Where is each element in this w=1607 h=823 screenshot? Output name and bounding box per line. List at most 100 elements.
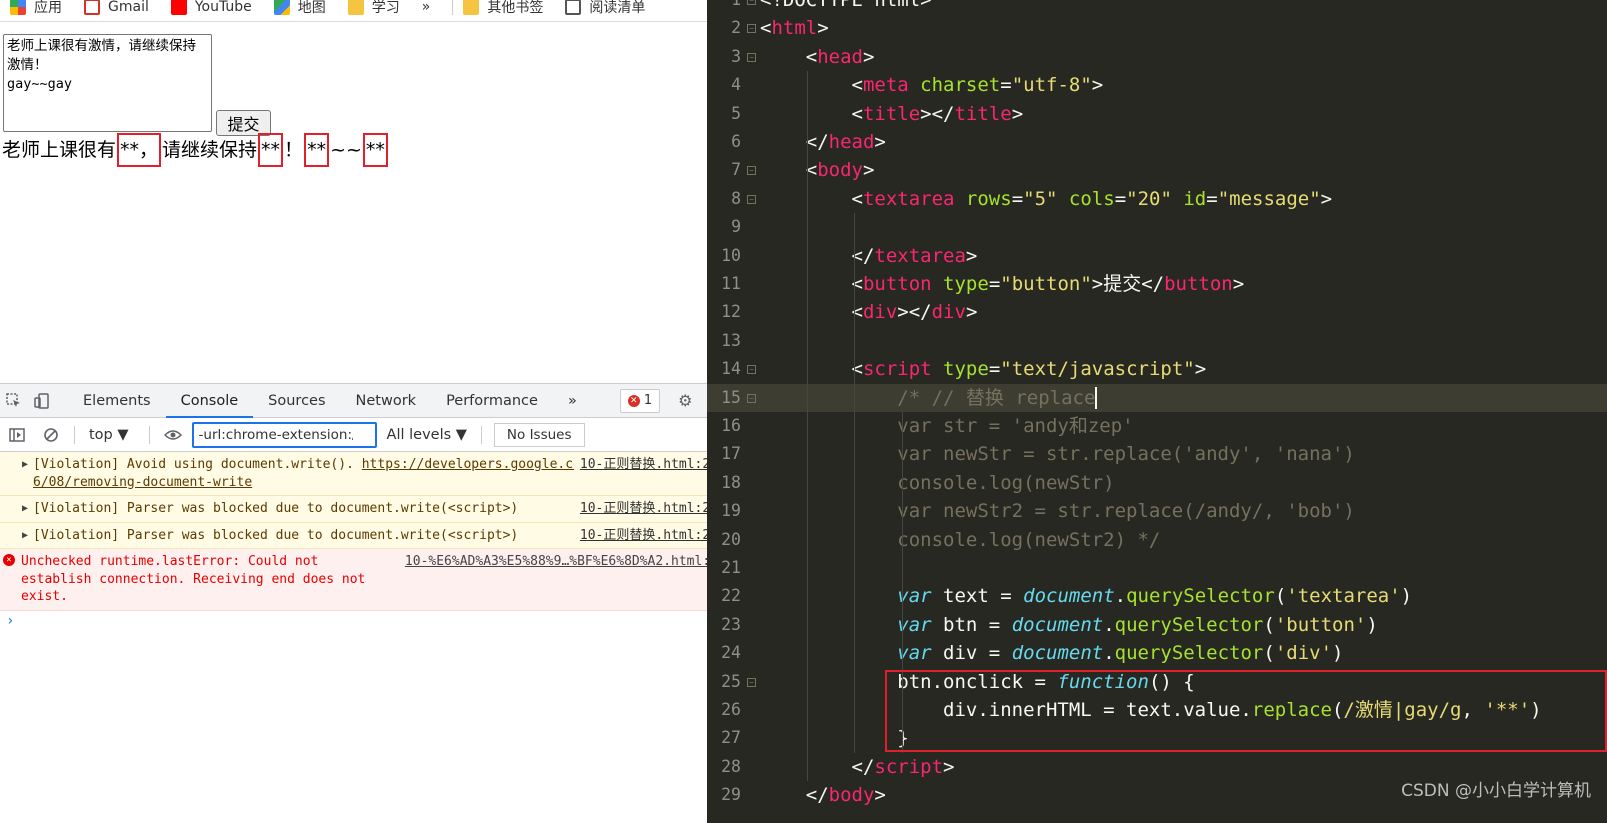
code-line[interactable]: 2− <html> [707, 14, 1607, 42]
clear-console-icon[interactable] [40, 424, 62, 446]
code-line[interactable]: 19 var newStr2 = str.replace(/andy/, 'bo… [707, 497, 1607, 525]
code-line[interactable]: 9 [707, 213, 1607, 241]
code-text: </body> [760, 781, 886, 809]
code-line[interactable]: 24 var div = document.querySelector('div… [707, 639, 1607, 667]
code-line[interactable]: 20 console.log(newStr2) */ [707, 526, 1607, 554]
console-message[interactable]: ▶ [Violation] Avoid using document.write… [0, 452, 725, 496]
code-token: body [828, 784, 875, 807]
code-line[interactable]: 13 [707, 327, 1607, 355]
error-count-badge[interactable]: ✕ 1 [619, 388, 661, 413]
fold-toggle-icon[interactable]: − [747, 194, 756, 204]
console-error-message[interactable]: ✕ Unchecked runtime.lastError: Could not… [0, 549, 725, 611]
code-line[interactable]: 16 var str = 'andy和zep' [707, 412, 1607, 440]
code-token: document [1011, 642, 1104, 665]
code-token: document [1011, 613, 1104, 636]
settings-gear-icon[interactable]: ⚙ [678, 390, 692, 412]
code-line[interactable]: 12 <div></div> [707, 298, 1607, 326]
tab-performance[interactable]: Performance [431, 384, 553, 418]
message-source-link[interactable]: 10-正则替换.html:29 [573, 500, 718, 518]
console-prompt[interactable]: › [0, 611, 725, 633]
code-editor[interactable]: 1−<!DOCTYPE html>2−<html>3− <head>4 <met… [707, 0, 1607, 823]
tab-elements[interactable]: Elements [68, 384, 166, 418]
line-number: 10 [721, 245, 741, 265]
log-levels-dropdown[interactable]: All levels ▼ [387, 427, 467, 443]
code-line[interactable]: 14− <script type="text/javascript"> [707, 355, 1607, 383]
code-token: = [988, 273, 1001, 295]
bookmark-item[interactable]: 学习 [347, 0, 400, 17]
devtools-panel: Elements Console Sources Network Perform… [0, 383, 725, 823]
console-message[interactable]: ▶ [Violation] Parser was blocked due to … [0, 496, 725, 523]
message-source-link[interactable]: 10-%E6%AD%A3%E5%88%9…%BF%E6%8D%A2.html:1 [398, 553, 718, 571]
code-token: ( [1263, 642, 1275, 665]
context-selector[interactable]: top ▼ [89, 427, 129, 443]
tab-sources[interactable]: Sources [253, 384, 340, 418]
bookmark-item[interactable]: 地图 [273, 0, 326, 17]
bookmark-item[interactable]: 应用 [10, 0, 62, 17]
code-text: <button type="button">提交</button> [760, 270, 1245, 298]
fold-toggle-icon[interactable]: − [747, 0, 756, 5]
device-toolbar-icon[interactable] [34, 390, 50, 412]
line-number: 23 [721, 614, 741, 634]
sidebar-toggle-icon[interactable] [6, 424, 28, 446]
code-text: console.log(newStr2) */ [760, 526, 1160, 554]
bookmark-item[interactable]: YouTube [170, 0, 252, 15]
more-tabs-button[interactable]: » [553, 384, 592, 418]
fold-toggle-icon[interactable]: − [747, 166, 756, 176]
code-token: = [1011, 187, 1024, 210]
issues-button[interactable]: No Issues [493, 422, 585, 447]
code-line[interactable]: 4 <meta charset="utf-8"> [707, 71, 1607, 99]
code-line[interactable]: 7− <body> [707, 156, 1607, 184]
code-token: script [874, 755, 944, 778]
bookmark-item[interactable]: 其他书签 [463, 0, 543, 17]
fold-toggle-icon[interactable]: − [747, 677, 756, 687]
console-filter-input[interactable] [191, 421, 377, 448]
gmail-icon [84, 0, 100, 15]
code-token: . [1114, 585, 1127, 608]
code-token: > [965, 301, 978, 324]
code-line[interactable]: 21 [707, 554, 1607, 582]
fold-toggle-icon[interactable]: − [747, 393, 756, 403]
expand-triangle-icon[interactable]: ▶ [22, 500, 28, 518]
bookmark-item[interactable]: Gmail [84, 0, 149, 15]
code-line[interactable]: 5 <title></title> [707, 100, 1607, 128]
fold-toggle-icon[interactable]: − [747, 52, 756, 62]
code-line[interactable]: 10 </textarea> [707, 242, 1607, 270]
code-line[interactable]: 8− <textarea rows="5" cols="20" id="mess… [707, 185, 1607, 213]
code-line[interactable]: 6 </head> [707, 128, 1607, 156]
message-textarea[interactable]: 老师上课很有激情，请继续保持激情！ gay~~gay [3, 34, 212, 132]
code-token: </ [760, 131, 829, 153]
code-token: head [828, 131, 875, 153]
message-source-link[interactable]: 10-正则替换.html:29 [573, 526, 718, 544]
console-message[interactable]: ▶ [Violation] Parser was blocked due to … [0, 522, 725, 549]
text-cursor [1095, 386, 1098, 409]
code-token: > [1011, 102, 1024, 125]
code-text: <textarea rows="5" cols="20" id="message… [760, 185, 1333, 213]
fold-toggle-icon[interactable]: − [747, 365, 756, 375]
code-line[interactable]: 1 −<!DOCTYPE html> [707, 0, 1607, 14]
code-line[interactable]: 18 console.log(newStr) [707, 469, 1607, 497]
tab-console[interactable]: Console [165, 384, 254, 418]
console-toolbar: top ▼ All levels ▼ No Issues [0, 418, 725, 452]
tab-network[interactable]: Network [341, 384, 432, 418]
code-line[interactable]: 22 var text = document.querySelector('te… [707, 582, 1607, 610]
submit-button[interactable]: 提交 [216, 110, 271, 136]
code-line[interactable]: 3− <head> [707, 43, 1607, 71]
inspect-element-icon[interactable] [6, 390, 22, 412]
expand-triangle-icon[interactable]: ▶ [22, 527, 28, 545]
message-source-link[interactable]: 10-正则替换.html:29 [573, 456, 718, 474]
fold-toggle-icon[interactable]: − [747, 24, 756, 34]
expand-triangle-icon[interactable]: ▶ [22, 456, 28, 474]
live-expression-eye-icon[interactable] [162, 424, 184, 446]
code-token: > [1194, 358, 1207, 381]
code-line[interactable]: 11 <button type="button">提交</button> [707, 270, 1607, 298]
folder-icon [463, 0, 480, 15]
bookmarks-overflow-button[interactable]: » [422, 0, 431, 15]
code-line[interactable]: 15− /* // 替换 replace [707, 383, 1607, 412]
bookmark-item[interactable]: 阅读清单 [565, 0, 645, 17]
code-token: 'div' [1274, 642, 1333, 665]
code-line[interactable]: 17 var newStr = str.replace('andy', 'nan… [707, 440, 1607, 468]
code-line[interactable]: 23 var btn = document.querySelector('but… [707, 611, 1607, 639]
code-token: ) [1332, 642, 1344, 665]
